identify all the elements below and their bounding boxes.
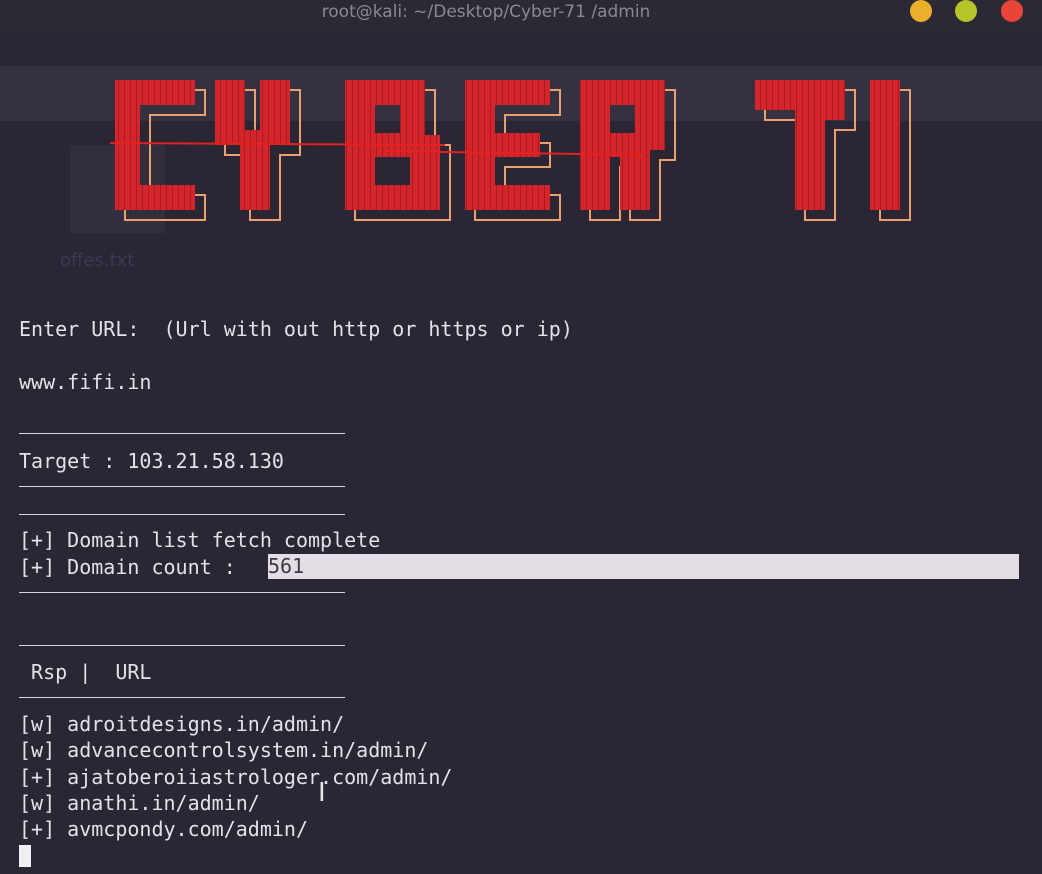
minimize-button[interactable] xyxy=(910,0,932,22)
terminal-window: root@kali: ~/Desktop/Cyber-71 /admin off… xyxy=(0,0,1042,874)
terminal-cursor xyxy=(19,845,31,867)
text-cursor-icon: I xyxy=(318,778,326,808)
background-file-label: offes.txt xyxy=(60,250,135,271)
divider xyxy=(19,645,345,646)
target-line: Target : 103.21.58.130 xyxy=(19,449,284,473)
result-row: [w] advancecontrolsystem.in/admin/ xyxy=(19,738,429,762)
divider xyxy=(19,514,345,515)
result-row: [w] adroitdesigns.in/admin/ xyxy=(19,712,345,736)
maximize-button[interactable] xyxy=(955,0,977,22)
result-row: [+] ajatoberoiiastrologer.com/admin/ xyxy=(19,765,453,789)
url-input-echo: www.fifi.in xyxy=(19,370,152,394)
domain-count-value: 561 xyxy=(268,554,305,578)
terminal-output[interactable]: Enter URL: (Url with out http or https o… xyxy=(19,312,1019,864)
result-row: [w] anathi.in/admin/ xyxy=(19,791,260,815)
fetch-status: [+] Domain list fetch complete xyxy=(19,528,381,552)
table-header: Rsp | URL xyxy=(19,660,152,684)
cyber-71-banner xyxy=(109,80,911,221)
banner-letters xyxy=(115,80,900,210)
divider xyxy=(19,592,345,593)
divider xyxy=(19,486,345,487)
domain-count-label: [+] Domain count : xyxy=(19,555,248,579)
divider xyxy=(19,697,345,698)
title-bar[interactable]: root@kali: ~/Desktop/Cyber-71 /admin xyxy=(0,0,1042,34)
selection-highlight xyxy=(268,554,1019,579)
window-title: root@kali: ~/Desktop/Cyber-71 /admin xyxy=(321,2,651,22)
close-button[interactable] xyxy=(1001,0,1023,22)
divider xyxy=(19,433,345,434)
url-prompt: Enter URL: (Url with out http or https o… xyxy=(19,317,573,341)
result-row: [+] avmcpondy.com/admin/ xyxy=(19,817,308,841)
